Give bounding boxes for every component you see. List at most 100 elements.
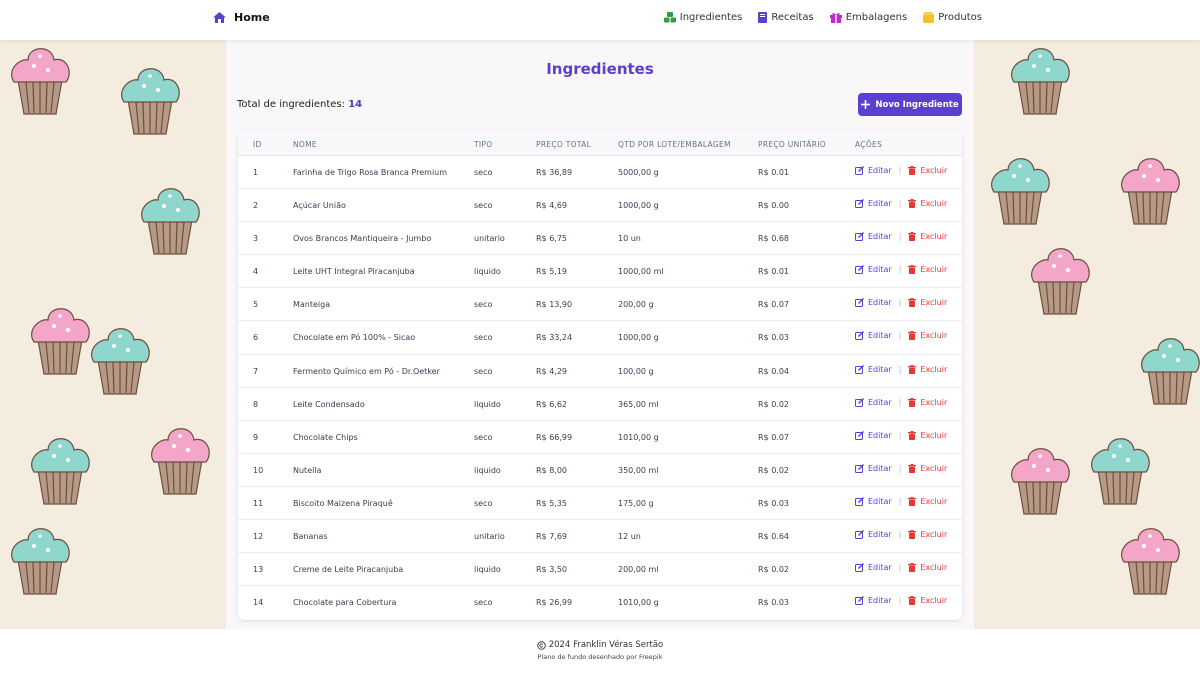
cell-nome: Leite Condensado: [293, 399, 365, 409]
cell-qtd: 1000,00 ml: [618, 267, 664, 277]
edit-icon: [855, 496, 864, 506]
cell-acoes: Editar | Excluir: [855, 530, 947, 540]
edit-label: Editar: [868, 364, 892, 374]
cell-qtd: 100,00 g: [618, 366, 654, 376]
delete-label: Excluir: [920, 496, 948, 506]
delete-button[interactable]: Excluir: [908, 232, 948, 242]
cell-acoes: Editar | Excluir: [855, 364, 947, 374]
table-row: 14 Chocolate para Cobertura seco R$ 26,99 10…: [238, 586, 962, 619]
edit-button[interactable]: Editar: [855, 563, 892, 573]
cell-preco-unitario: R$ 0.64: [758, 532, 790, 542]
delete-button[interactable]: Excluir: [908, 596, 948, 606]
edit-button[interactable]: Editar: [855, 365, 892, 374]
cell-preco-unitario: R$ 0.03: [758, 333, 790, 343]
nav-label: Produtos: [938, 12, 982, 23]
cell-nome: Creme de Leite Piracanjuba: [293, 565, 404, 575]
new-ingredient-button[interactable]: Novo Ingrediente: [858, 93, 962, 116]
home-link[interactable]: Home: [213, 11, 270, 24]
navbar: Home Ingredientes Receitas Embalagens Pr…: [0, 0, 1200, 40]
edit-label: Editar: [868, 530, 892, 540]
edit-button[interactable]: Editar: [855, 464, 892, 473]
edit-button[interactable]: Editar: [855, 398, 892, 407]
edit-icon: [855, 199, 864, 209]
delete-label: Excluir: [920, 596, 948, 606]
delete-button[interactable]: Excluir: [908, 166, 947, 175]
delete-button[interactable]: Excluir: [908, 199, 948, 209]
nav-receitas[interactable]: Receitas: [758, 12, 814, 23]
cell-tipo: seco: [474, 300, 493, 310]
header-qtd: QTD POR LOTE/EMBALAGEM: [618, 140, 731, 149]
cell-tipo: unitario: [474, 532, 505, 542]
trash-icon: [908, 430, 917, 440]
edit-button[interactable]: Editar: [855, 497, 892, 506]
action-separator: |: [898, 232, 902, 242]
home-icon: [213, 12, 226, 23]
cell-id: 8: [253, 399, 259, 409]
delete-button[interactable]: Excluir: [908, 463, 947, 473]
cell-tipo: liquido: [474, 465, 501, 475]
cell-qtd: 365,00 ml: [618, 399, 659, 409]
action-separator: |: [898, 463, 902, 473]
cell-preco-total: R$ 3,50: [536, 565, 568, 575]
delete-button[interactable]: Excluir: [908, 496, 948, 506]
cell-qtd: 5000,00 g: [618, 168, 659, 177]
edit-label: Editar: [868, 563, 892, 573]
edit-button[interactable]: Editar: [855, 431, 892, 440]
cell-preco-total: R$ 5,19: [536, 267, 568, 277]
cell-id: 13: [253, 565, 264, 575]
delete-button[interactable]: Excluir: [908, 530, 947, 540]
nav-produtos[interactable]: Produtos: [923, 12, 982, 23]
edit-button[interactable]: Editar: [855, 265, 892, 275]
header-preco-total: PREÇO TOTAL: [536, 140, 592, 149]
delete-label: Excluir: [920, 397, 948, 407]
cell-acoes: Editar | Excluir: [855, 596, 948, 606]
table-row: 9 Chocolate Chips seco R$ 66,99 1010,00 g R$ …: [238, 421, 962, 454]
action-separator: |: [898, 199, 902, 209]
delete-button[interactable]: Excluir: [908, 265, 948, 275]
delete-label: Excluir: [920, 265, 948, 275]
table-header: ID NOME TIPO PREÇO TOTAL QTD POR LOTE/EM…: [238, 131, 962, 156]
cell-preco-total: R$ 8,00: [536, 465, 568, 475]
table-row: 13 Creme de Leite Piracanjuba liquido R$ 3,…: [238, 553, 962, 587]
action-separator: |: [898, 530, 902, 540]
total-ingredients: Total de ingredientes: 14: [237, 99, 362, 110]
edit-button[interactable]: Editar: [855, 166, 892, 175]
trash-icon: [908, 496, 917, 506]
cell-acoes: Editar | Excluir: [855, 397, 948, 407]
cell-tipo: seco: [474, 168, 493, 177]
edit-button[interactable]: Editar: [855, 232, 892, 242]
delete-label: Excluir: [920, 232, 948, 242]
trash-icon: [908, 232, 917, 242]
cell-tipo: seco: [474, 598, 493, 608]
action-separator: |: [898, 331, 902, 341]
edit-icon: [855, 331, 864, 341]
delete-button[interactable]: Excluir: [908, 563, 947, 573]
delete-button[interactable]: Excluir: [908, 397, 948, 407]
edit-button[interactable]: Editar: [855, 596, 892, 606]
edit-label: Editar: [868, 397, 892, 407]
cell-nome: Bananas: [293, 532, 328, 542]
nav-embalagens[interactable]: Embalagens: [829, 12, 907, 23]
delete-button[interactable]: Excluir: [908, 331, 947, 341]
delete-button[interactable]: Excluir: [908, 364, 947, 374]
cell-id: 6: [253, 333, 259, 343]
cell-acoes: Editar | Excluir: [855, 331, 947, 341]
edit-label: Editar: [868, 166, 892, 175]
copyright-icon: [536, 640, 546, 650]
delete-button[interactable]: Excluir: [908, 430, 947, 440]
cell-tipo: seco: [474, 366, 493, 376]
delete-label: Excluir: [920, 199, 948, 209]
edit-button[interactable]: Editar: [855, 331, 892, 341]
cell-preco-unitario: R$ 0.01: [758, 267, 790, 277]
edit-button[interactable]: Editar: [855, 199, 892, 209]
edit-icon: [855, 265, 864, 275]
edit-icon: [855, 298, 864, 308]
copyright-text: 2024 Franklin Véras Sertão: [548, 640, 664, 650]
delete-button[interactable]: Excluir: [908, 298, 947, 308]
edit-button[interactable]: Editar: [855, 298, 892, 308]
table-row: 10 Nutella liquido R$ 8,00 350,00 ml R$ 0.02 E…: [238, 454, 962, 487]
edit-button[interactable]: Editar: [855, 530, 892, 540]
cell-acoes: Editar | Excluir: [855, 166, 947, 175]
table-row: 12 Bananas unitario R$ 7,69 12 un R$ 0.64 Edit…: [238, 520, 962, 554]
nav-ingredientes[interactable]: Ingredientes: [663, 12, 742, 23]
